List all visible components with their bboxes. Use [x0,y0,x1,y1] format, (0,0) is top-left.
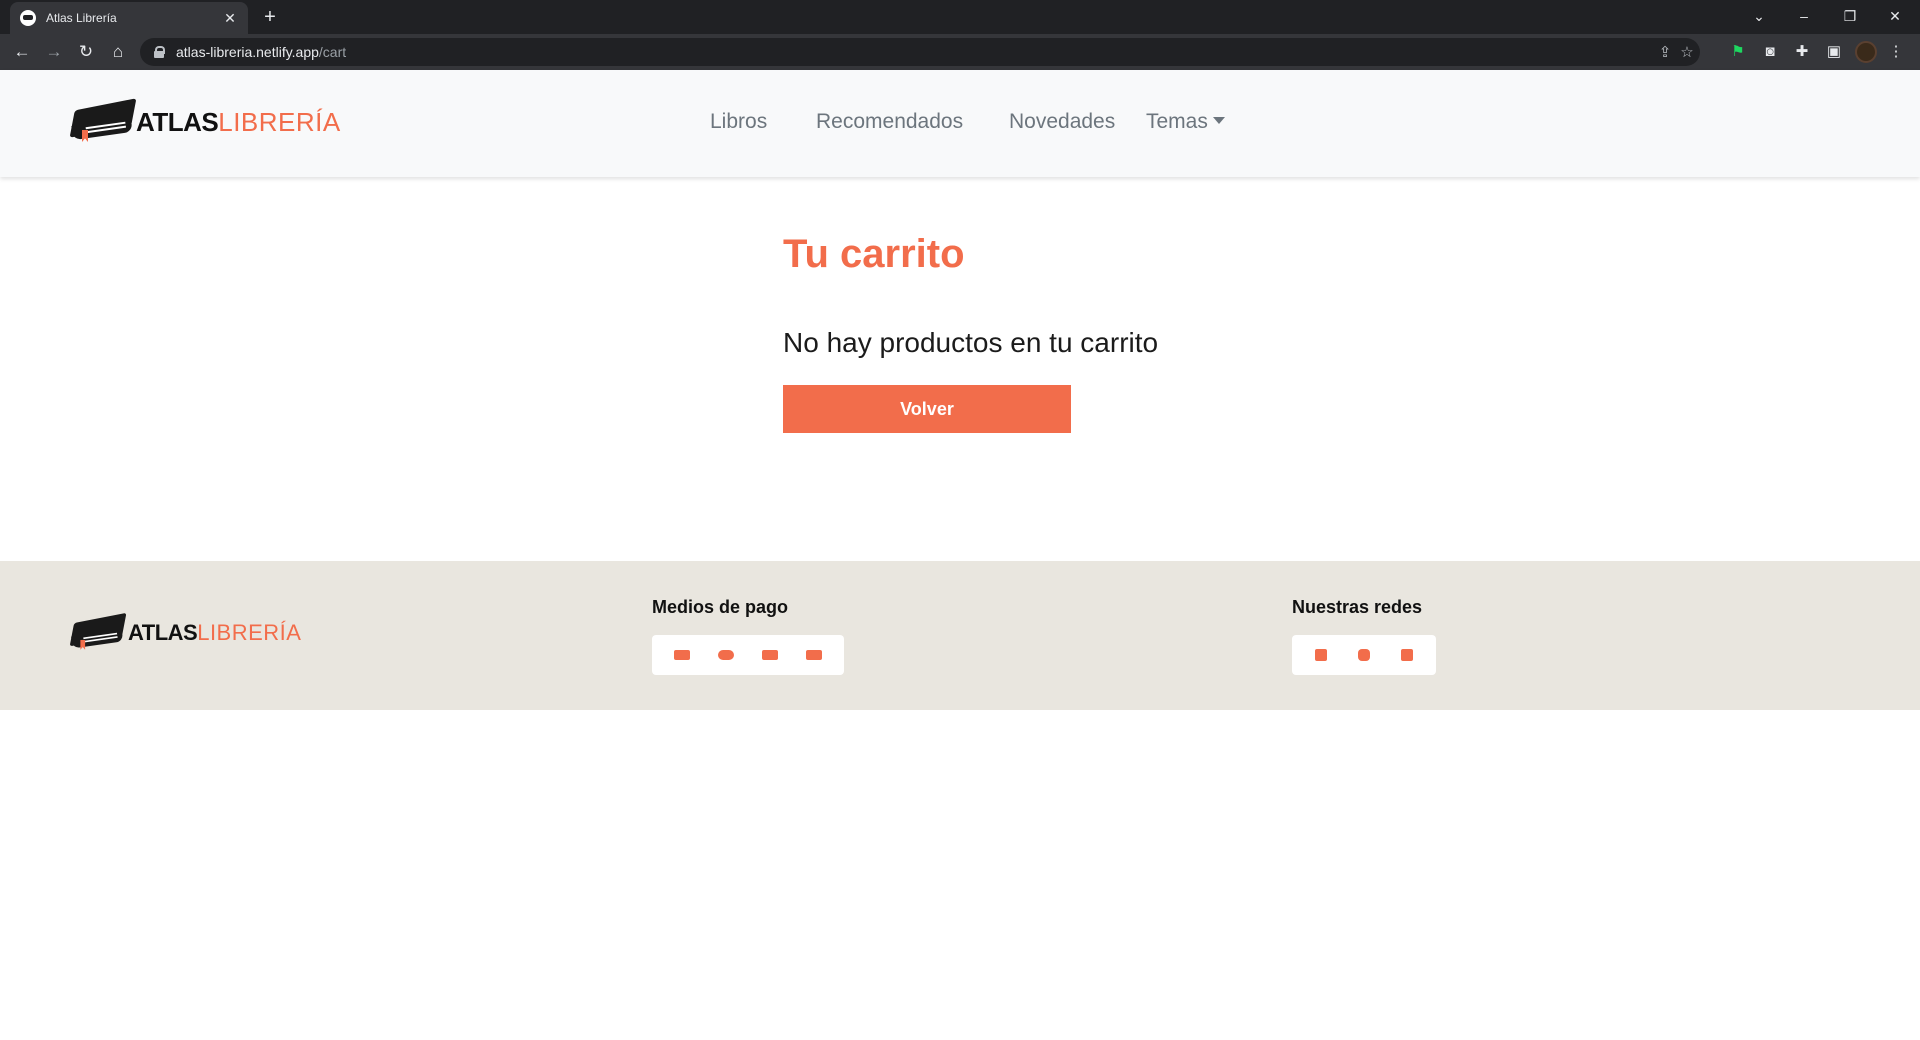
visa-icon [668,635,696,675]
url-host: atlas-libreria.netlify.app [176,44,319,60]
twitter-icon[interactable] [1393,635,1420,675]
back-button[interactable]: Volver [783,385,1071,433]
site-favicon-icon [20,10,36,26]
url-path: /cart [318,44,347,60]
tab-search-icon[interactable]: ⌄ [1744,4,1774,28]
social-links-box [1292,635,1436,675]
amex-icon [756,635,784,675]
forward-arrow-icon[interactable]: → [42,40,66,64]
nav-dropdown-temas-label: Temas [1146,110,1208,133]
nav-link-libros[interactable]: Libros [710,110,767,134]
empty-cart-message: No hay productos en tu carrito [783,327,1159,358]
nav-dropdown-temas[interactable]: Temas [1146,110,1225,134]
nav-link-recomendados[interactable]: Recomendados [816,110,963,134]
site-navbar: ATLAS LIBRERÍA Libros Recomendados Noved… [0,70,1920,177]
kebab-menu-icon[interactable]: ⋮ [1886,42,1906,62]
home-icon[interactable]: ⌂ [106,40,130,64]
profile-avatar[interactable] [1855,41,1877,63]
lock-icon[interactable] [154,46,165,58]
address-bar[interactable]: atlas-libreria.netlify.app/cart ⇪ ☆ [140,38,1700,66]
close-window-button[interactable]: ✕ [1880,4,1910,28]
nav-link-novedades[interactable]: Novedades [1009,110,1115,134]
browser-tabbar: Atlas Librería ✕ + ⌄ – ❐ ✕ [0,0,1920,34]
share-icon[interactable]: ⇪ [1656,44,1674,62]
mastercard-icon [712,635,740,675]
footer-logo[interactable]: ATLAS LIBRERÍA [69,611,302,655]
main-nav: Libros Recomendados Novedades Temas [0,70,1920,177]
payments-heading: Medios de pago [652,597,789,617]
back-arrow-icon[interactable]: ← [10,40,34,64]
extension-pin-icon[interactable]: ⚑ [1728,42,1748,62]
new-tab-button[interactable]: + [258,6,282,28]
footer-logo-text-libreria: LIBRERÍA [197,620,302,645]
restore-button[interactable]: ❐ [1835,4,1865,28]
payment-methods-box [652,635,844,675]
page-title: Tu carrito [783,232,965,276]
facebook-icon[interactable] [1308,635,1335,675]
browser-tab[interactable]: Atlas Librería ✕ [10,2,248,34]
tab-title: Atlas Librería [46,11,117,25]
paypal-icon [800,635,828,675]
bookmark-star-icon[interactable]: ☆ [1678,44,1696,62]
social-heading: Nuestras redes [1292,597,1423,617]
close-tab-icon[interactable]: ✕ [222,10,238,27]
footer-logo-text-atlas: ATLAS [128,620,198,645]
side-panel-icon[interactable]: ▣ [1824,42,1844,62]
camera-icon[interactable]: ◙ [1760,42,1780,62]
minimize-button[interactable]: – [1789,4,1819,28]
puzzle-extensions-icon[interactable]: ✚ [1792,42,1812,62]
instagram-icon[interactable] [1351,635,1378,675]
book-logo-icon [69,612,127,651]
site-footer: ATLAS LIBRERÍA Medios de pago Nuestras r… [0,561,1920,710]
browser-toolbar: ← → ↻ ⌂ atlas-libreria.netlify.app/cart … [0,34,1920,70]
caret-down-icon [1212,117,1225,124]
reload-icon[interactable]: ↻ [74,40,98,64]
